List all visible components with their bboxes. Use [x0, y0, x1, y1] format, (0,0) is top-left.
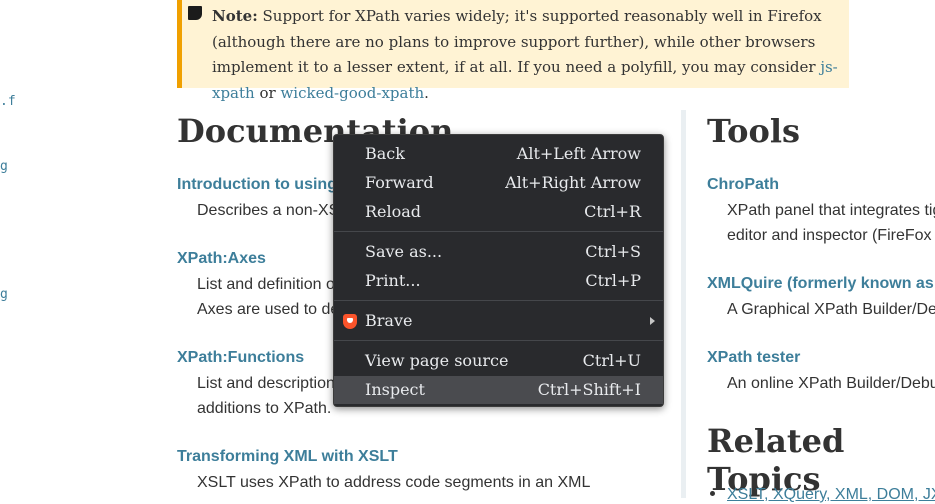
menu-item-forward[interactable]: Forward Alt+Right Arrow — [334, 169, 663, 197]
note-icon — [188, 6, 202, 20]
doc-desc: List and definition o — [197, 276, 335, 293]
menu-item-shortcut: Ctrl+P — [585, 271, 641, 290]
tool-desc: editor and inspector (FireFox / — [727, 227, 935, 244]
menu-item-label: View page source — [365, 351, 509, 370]
menu-item-brave[interactable]: Brave — [334, 307, 663, 335]
tool-desc: A Graphical XPath Builder/De — [727, 301, 935, 318]
menu-item-shortcut: Ctrl+R — [584, 202, 641, 221]
sidebar-fragment[interactable]: .f — [0, 94, 16, 109]
doc-link-xslt[interactable]: Transforming XML with XSLT — [177, 448, 398, 466]
menu-item-shortcut: Alt+Right Arrow — [505, 173, 641, 192]
doc-desc: additions to XPath. — [197, 400, 332, 417]
menu-item-inspect[interactable]: Inspect Ctrl+Shift+I — [334, 376, 663, 404]
menu-separator — [334, 231, 663, 232]
tool-link-xpath-tester[interactable]: XPath tester — [707, 349, 800, 367]
doc-link-functions[interactable]: XPath:Functions — [177, 349, 304, 367]
menu-item-view-source[interactable]: View page source Ctrl+U — [334, 347, 663, 375]
doc-link-intro[interactable]: Introduction to using — [177, 176, 337, 194]
menu-item-label: Inspect — [365, 380, 425, 399]
menu-item-label: Back — [365, 144, 405, 163]
note-box: Note: Support for XPath varies widely; i… — [177, 0, 849, 102]
note-text: Note: Support for XPath varies widely; i… — [212, 7, 838, 102]
wicked-good-xpath-link[interactable]: wicked-good-xpath — [280, 84, 424, 102]
tools-heading: Tools — [707, 112, 800, 150]
doc-link-axes[interactable]: XPath:Axes — [177, 250, 266, 268]
menu-item-shortcut: Ctrl+S — [585, 242, 641, 261]
bullet-icon — [710, 491, 715, 496]
menu-item-shortcut: Alt+Left Arrow — [516, 144, 641, 163]
brave-lion-icon — [343, 314, 357, 329]
doc-desc: List and description — [197, 375, 335, 392]
menu-item-label: Reload — [365, 202, 422, 221]
menu-item-label: Brave — [365, 311, 413, 330]
doc-desc: XSLT uses XPath to address code segments… — [197, 474, 591, 491]
menu-item-shortcut: Ctrl+Shift+I — [537, 380, 641, 399]
tool-link-xmlquire[interactable]: XMLQuire (formerly known as — [707, 275, 934, 293]
menu-item-save-as[interactable]: Save as... Ctrl+S — [334, 238, 663, 266]
menu-item-label: Print... — [365, 271, 421, 290]
column-divider — [681, 110, 686, 498]
menu-separator — [334, 340, 663, 341]
menu-item-label: Save as... — [365, 242, 443, 261]
submenu-arrow-icon — [650, 317, 655, 325]
context-menu: Back Alt+Left Arrow Forward Alt+Right Ar… — [333, 134, 664, 407]
menu-item-reload[interactable]: Reload Ctrl+R — [334, 198, 663, 226]
sidebar-fragment[interactable]: g — [0, 159, 8, 174]
doc-desc: Axes are used to de — [197, 301, 340, 318]
menu-item-shortcut: Ctrl+U — [582, 351, 641, 370]
menu-item-label: Forward — [365, 173, 434, 192]
tool-desc: XPath panel that integrates tig — [727, 202, 935, 219]
tool-desc: An online XPath Builder/Debu — [727, 375, 935, 392]
menu-item-print[interactable]: Print... Ctrl+P — [334, 267, 663, 295]
menu-separator — [334, 300, 663, 301]
tool-link-chropath[interactable]: ChroPath — [707, 176, 779, 194]
sidebar-fragment[interactable]: g — [0, 287, 8, 302]
related-topics-link[interactable]: XSLT, XQuery, XML, DOM, JX — [727, 486, 935, 504]
note-label: Note: — [212, 7, 258, 25]
doc-desc: Describes a non-XS — [197, 202, 340, 219]
menu-item-back[interactable]: Back Alt+Left Arrow — [334, 140, 663, 168]
